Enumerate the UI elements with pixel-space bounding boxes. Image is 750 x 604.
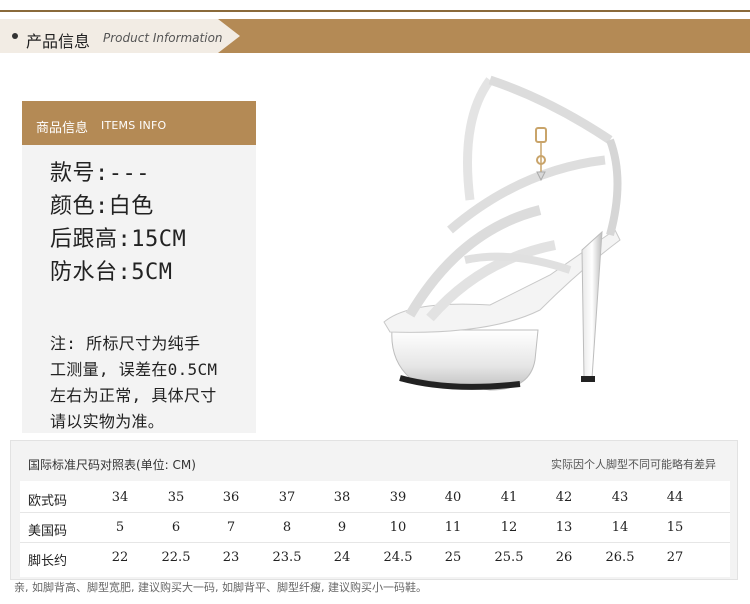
- size-cell: 7: [226, 520, 236, 535]
- header-title-en: Product Information: [103, 31, 223, 45]
- size-cell: 23.5: [272, 550, 302, 565]
- size-cell: 38: [333, 490, 351, 505]
- size-cell: 37: [278, 490, 296, 505]
- size-cell: 10: [389, 520, 407, 535]
- size-cell: 11: [444, 520, 462, 535]
- size-cell: 9: [337, 520, 347, 535]
- size-cell: 24.5: [383, 550, 413, 565]
- row-divider: [20, 512, 730, 513]
- size-cell: 8: [282, 520, 292, 535]
- spec-color: 颜色:白色: [50, 194, 154, 219]
- spec-platform-height: 防水台:5CM: [50, 260, 173, 285]
- size-row-us: 美国码 5 6 7 8 9 10 11 12 13 14 15: [20, 514, 720, 542]
- size-cell: 22.5: [161, 550, 191, 565]
- clear-platform-sandal-image: [383, 75, 622, 391]
- size-cell: 6: [171, 520, 181, 535]
- size-chart-note: 实际因个人脚型不同可能略有差异: [551, 458, 716, 471]
- size-cell: 26: [555, 550, 573, 565]
- size-cell: 27: [666, 550, 684, 565]
- size-cell: 24: [333, 550, 351, 565]
- size-cell: 14: [611, 520, 629, 535]
- header-top-line: [0, 10, 750, 12]
- item-info-title-cn: 商品信息: [36, 121, 89, 136]
- size-cell: 12: [500, 520, 518, 535]
- size-cell: 42: [555, 490, 573, 505]
- size-cell: 25.5: [494, 550, 524, 565]
- note-line-4: 请以实物为准。: [50, 412, 165, 431]
- size-cell: 34: [111, 490, 129, 505]
- spec-style-number: 款号:---: [50, 161, 150, 186]
- size-cell: 40: [444, 490, 462, 505]
- spec-heel-height: 后跟高:15CM: [50, 227, 187, 252]
- bullet-icon: [12, 33, 18, 39]
- size-chart-title: 国际标准尺码对照表(单位: CM): [28, 458, 196, 472]
- size-cell: 36: [222, 490, 240, 505]
- size-cell: 35: [167, 490, 185, 505]
- size-cell: 22: [111, 550, 129, 565]
- size-cell: 13: [555, 520, 573, 535]
- item-info-title-en: ITEMS INFO: [101, 119, 167, 132]
- size-cell: 41: [500, 490, 518, 505]
- size-row-eu: 欧式码 34 35 36 37 38 39 40 41 42 43 44: [20, 484, 720, 512]
- row-divider: [20, 542, 730, 543]
- size-cell: 25: [444, 550, 462, 565]
- size-row-foot-length: 脚长约 22 22.5 23 23.5 24 24.5 25 25.5 26 2…: [20, 544, 720, 572]
- size-cell: 44: [666, 490, 684, 505]
- header-title-cn: 产品信息: [26, 32, 91, 51]
- row-label: 欧式码: [28, 494, 68, 509]
- size-cell: 23: [222, 550, 240, 565]
- row-label: 脚长约: [28, 554, 68, 569]
- note-line-3: 左右为正常, 具体尺寸: [50, 386, 217, 405]
- size-cell: 43: [611, 490, 629, 505]
- note-line-2: 工测量, 误差在0.5CM: [50, 360, 218, 379]
- note-line-1: 注: 所标尺寸为纯手: [50, 334, 201, 353]
- size-cell: 39: [389, 490, 407, 505]
- size-cell: 5: [115, 520, 125, 535]
- row-label: 美国码: [28, 524, 68, 539]
- fit-advice-note: 亲, 如脚背高、脚型宽肥, 建议购买大一码, 如脚背平、脚型纤瘦, 建议购买小一…: [14, 581, 427, 594]
- size-cell: 26.5: [605, 550, 635, 565]
- size-cell: 15: [666, 520, 684, 535]
